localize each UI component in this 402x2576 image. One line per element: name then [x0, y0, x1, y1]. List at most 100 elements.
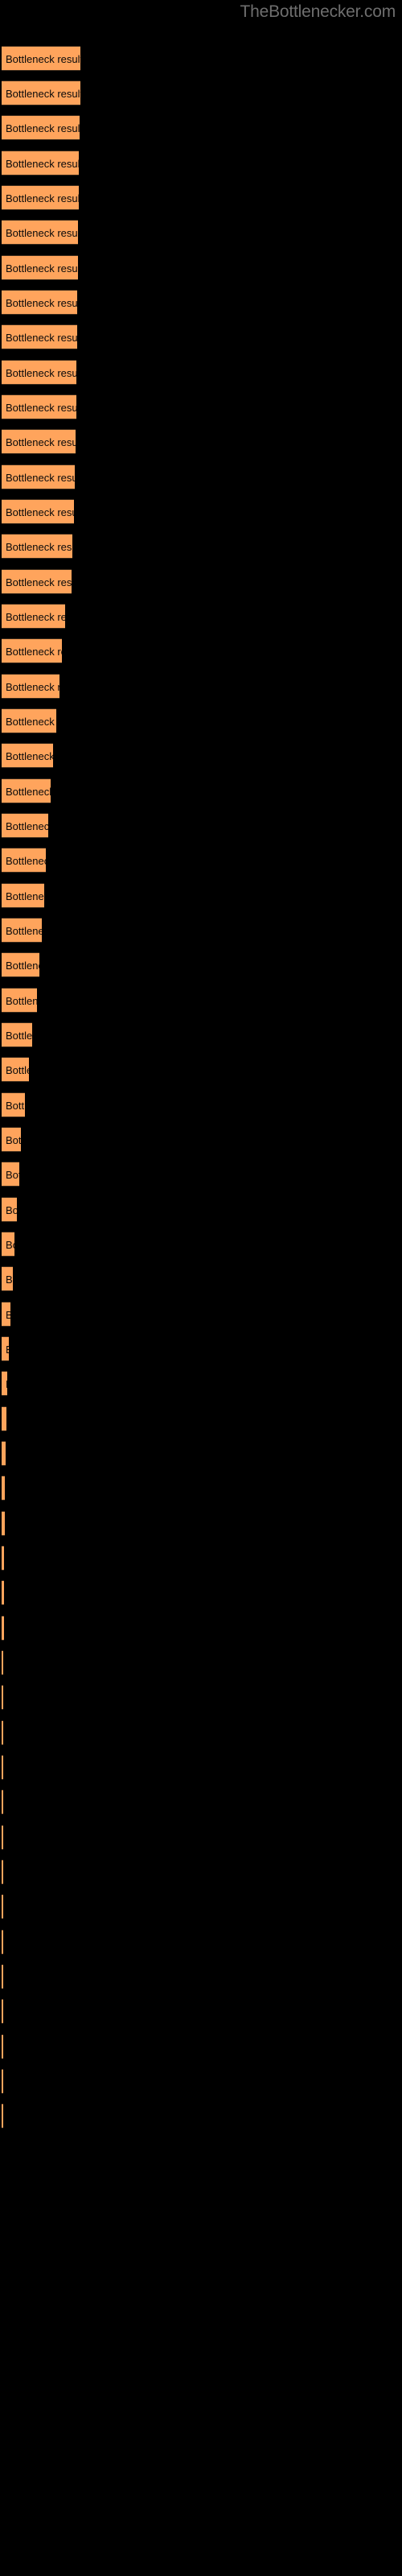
bar[interactable]: Bottleneck result [2, 46, 80, 71]
bar-label: Bottleneck result [6, 820, 48, 832]
bar-label: Bottleneck result [6, 541, 72, 553]
bar-label: Bottleneck result [6, 158, 79, 170]
bar[interactable]: Bottleneck result [2, 1930, 3, 1955]
bar-label: Bottleneck result [6, 402, 76, 414]
bar[interactable]: Bottleneck result [2, 1371, 7, 1396]
bar-label: Bottleneck result [6, 192, 79, 204]
bar-label: Bottleneck result [6, 506, 74, 518]
bar[interactable]: Bottleneck result [2, 1232, 14, 1257]
bar-label: Bottleneck result [6, 646, 62, 658]
bar[interactable]: Bottleneck result [2, 360, 76, 385]
bar-label: Bottleneck result [6, 122, 80, 134]
bar[interactable]: Bottleneck result [2, 604, 65, 629]
bar[interactable]: Bottleneck result [2, 1162, 19, 1187]
bar[interactable]: Bottleneck result [2, 1685, 3, 1710]
bar-label: Bottleneck result [6, 297, 77, 309]
bar[interactable]: Bottleneck result [2, 394, 76, 419]
bar-label: Bottleneck result [6, 1302, 10, 1326]
bar-label: Bottleneck result [6, 890, 44, 902]
bar-label: Bottleneck result [6, 436, 76, 448]
bar[interactable]: Bottleneck result [2, 2103, 3, 2128]
bar-label: Bottleneck result [6, 1337, 9, 1360]
bottleneck-chart-page: TheBottlenecker.com Bottleneck result Bot… [0, 0, 402, 2576]
bar-label: Bottleneck result [6, 1274, 13, 1286]
bar[interactable]: Bottleneck result [2, 1790, 3, 1814]
bar-label: Bottleneck result [6, 1169, 19, 1181]
bar-label: Bottleneck result [6, 786, 51, 798]
bar-label: Bottleneck result [6, 1030, 32, 1042]
bar[interactable]: Bottleneck result [2, 988, 37, 1013]
bar[interactable]: Bottleneck result [2, 1580, 4, 1605]
bar[interactable]: Bottleneck result [2, 80, 80, 105]
bar-label: Bottleneck result [6, 1134, 21, 1146]
bar[interactable]: Bottleneck result [2, 1650, 3, 1675]
bar[interactable]: Bottleneck result [2, 185, 79, 210]
bar[interactable]: Bottleneck result [2, 1092, 25, 1117]
bar[interactable]: Bottleneck result [2, 1406, 6, 1431]
bar[interactable]: Bottleneck result [2, 255, 78, 280]
bar[interactable]: Bottleneck result [2, 813, 48, 838]
bar[interactable]: Bottleneck result [2, 1127, 21, 1152]
bar[interactable]: Bottleneck result [2, 638, 62, 663]
bar-label: Bottleneck result [6, 227, 78, 239]
bar-label: Bottleneck result [6, 367, 76, 379]
bar[interactable]: Bottleneck result [2, 1476, 5, 1501]
bar[interactable]: Bottleneck result [2, 1546, 4, 1571]
bar[interactable]: Bottleneck result [2, 1964, 3, 1989]
bar[interactable]: Bottleneck result [2, 429, 76, 454]
bar-label: Bottleneck result [6, 855, 46, 867]
bar[interactable]: Bottleneck result [2, 1197, 17, 1222]
bar[interactable]: Bottleneck result [2, 1755, 3, 1780]
bar[interactable]: Bottleneck result [2, 952, 39, 977]
bar[interactable]: Bottleneck result [2, 918, 42, 943]
bar-label: Bottleneck result [6, 1100, 25, 1112]
bar[interactable]: Bottleneck result [2, 115, 80, 140]
bar-label: Bottleneck result [6, 611, 65, 623]
horizontal-bar-chart: Bottleneck result Bottleneck result Bottle… [0, 0, 402, 2576]
bar-label: Bottleneck result [6, 576, 72, 588]
bar[interactable]: Bottleneck result [2, 848, 46, 873]
bar[interactable]: Bottleneck result [2, 220, 78, 245]
bar-label: Bottleneck result [6, 332, 77, 344]
bar[interactable]: Bottleneck result [2, 1894, 3, 1919]
bar[interactable]: Bottleneck result [2, 499, 74, 524]
bar[interactable]: Bottleneck result [2, 2034, 3, 2059]
bar-label: Bottleneck result [6, 1239, 14, 1251]
bar[interactable]: Bottleneck result [2, 1441, 6, 1466]
bar-label: Bottleneck result [6, 925, 42, 937]
bar[interactable]: Bottleneck result [2, 1720, 3, 1745]
bar-label: Bottleneck result [6, 1204, 17, 1216]
bar[interactable]: Bottleneck result [2, 569, 72, 594]
bar[interactable]: Bottleneck result [2, 883, 44, 908]
bar-label: Bottleneck result [6, 88, 80, 100]
bar-label: Bottleneck result [6, 716, 56, 728]
bar[interactable]: Bottleneck result [2, 290, 77, 315]
bar[interactable]: Bottleneck result [2, 1616, 4, 1641]
bar-label: Bottleneck result [6, 750, 53, 762]
bar[interactable]: Bottleneck result [2, 1511, 5, 1536]
bar[interactable]: Bottleneck result [2, 674, 59, 699]
bar-label: Bottleneck result [6, 472, 75, 484]
bar[interactable]: Bottleneck result [2, 743, 53, 768]
bar[interactable]: Bottleneck result [2, 1302, 10, 1327]
bar-label: Bottleneck result [6, 681, 59, 693]
bar-label: Bottleneck result [6, 995, 37, 1007]
bar[interactable]: Bottleneck result [2, 778, 51, 803]
bar[interactable]: Bottleneck result [2, 1860, 3, 1885]
bar[interactable]: Bottleneck result [2, 1999, 3, 2024]
bar[interactable]: Bottleneck result [2, 708, 56, 733]
bar[interactable]: Bottleneck result [2, 534, 72, 559]
bar[interactable]: Bottleneck result [2, 1266, 13, 1291]
bar[interactable]: Bottleneck result [2, 1336, 9, 1361]
bar-label: Bottleneck result [6, 960, 39, 972]
bar[interactable]: Bottleneck result [2, 1022, 32, 1047]
bar[interactable]: Bottleneck result [2, 464, 75, 489]
bar[interactable]: Bottleneck result [2, 151, 79, 175]
bar-label: Bottleneck result [6, 1372, 7, 1395]
bar[interactable]: Bottleneck result [2, 2069, 3, 2094]
bar[interactable]: Bottleneck result [2, 324, 77, 349]
bar[interactable]: Bottleneck result [2, 1825, 3, 1850]
bar[interactable]: Bottleneck result [2, 1057, 29, 1082]
bar-label: Bottleneck result [6, 1064, 29, 1076]
bar-label: Bottleneck result [6, 53, 80, 65]
